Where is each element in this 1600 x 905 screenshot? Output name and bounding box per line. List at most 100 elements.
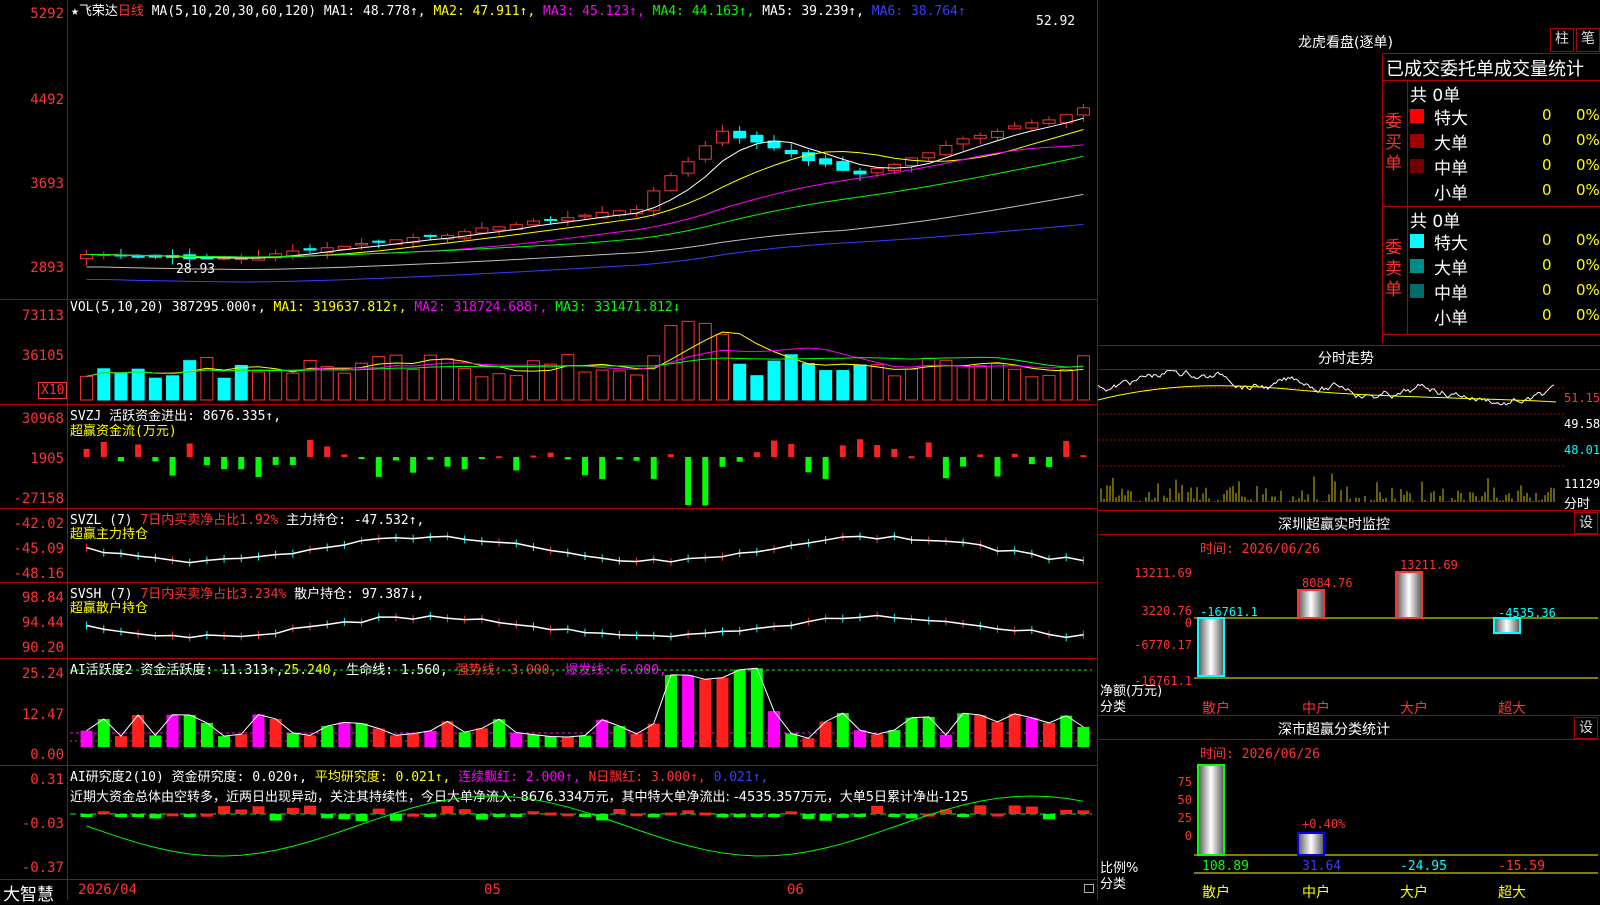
ai-active-bar xyxy=(1060,715,1073,747)
svzj-bar xyxy=(925,442,932,457)
ai-research-bar xyxy=(355,814,368,821)
svsh-panel[interactable]: 98.84 94.44 90.20 SVSH (7) 7日内买卖净占比3.234… xyxy=(0,583,1098,658)
ai-research-bar xyxy=(768,814,781,818)
volume-bar xyxy=(887,375,901,401)
intraday-price: 49.58 xyxy=(1564,417,1600,431)
stroke-view-button[interactable]: 笔 xyxy=(1576,28,1600,52)
svzj-bar xyxy=(117,457,124,462)
svzj-bar xyxy=(667,454,674,457)
svzl-panel[interactable]: -42.02 -45.09 -48.16 SVZL (7) 7日内买卖净占比1.… xyxy=(0,509,1098,582)
ai-active-bar xyxy=(905,717,918,747)
svzj-svg xyxy=(83,439,1087,506)
ai-research-bar xyxy=(235,809,248,814)
intraday-panel[interactable]: 分时走势 51.15 49.58 48.01 11129 分时 xyxy=(1098,345,1600,512)
svzj-bar xyxy=(152,457,159,462)
svzj-bar xyxy=(496,456,503,459)
legend-count: 0 xyxy=(1542,231,1552,249)
ai-research-bar xyxy=(802,814,815,819)
dragon-tiger-panel[interactable]: 龙虎看盘(逐单) 柱 笔 已成交委托单成交量统计 委买单 委卖单 共 0单 共 … xyxy=(1098,0,1600,345)
candle-body xyxy=(234,258,248,261)
volume-bar xyxy=(441,358,455,401)
ai-research-bar xyxy=(510,814,523,817)
ai-active-bar xyxy=(888,730,901,747)
legend-swatch xyxy=(1410,284,1424,298)
legend-pct: 0% xyxy=(1576,131,1600,149)
svzj-bar xyxy=(358,457,365,459)
candle-body xyxy=(1008,125,1022,130)
buy-row: 小单 0 0% xyxy=(1410,179,1600,204)
ai-research-bar xyxy=(853,814,866,817)
ai-research-bar xyxy=(475,814,488,820)
svzj-bar xyxy=(1028,457,1035,465)
legend-count: 0 xyxy=(1542,106,1552,124)
volume-bar xyxy=(612,370,626,401)
intraday-price: 48.01 xyxy=(1564,443,1600,457)
candle-body xyxy=(1042,119,1056,124)
candle-body xyxy=(939,144,953,156)
candle-body xyxy=(956,138,970,145)
volume-bar xyxy=(698,322,712,401)
svzj-bar xyxy=(513,457,520,471)
legend-label: 特大 xyxy=(1434,109,1468,129)
ai-research-bar xyxy=(716,814,729,818)
ai-research-panel[interactable]: 0.31 -0.03 -0.37 AI研究度2(10) 资金研究度: 0.020… xyxy=(0,766,1098,879)
classify-panel[interactable]: 深市超赢分类统计 设 时间: 2026/06/26 75 50 25 0 比例%… xyxy=(1098,715,1600,901)
dragon-tiger-title: 龙虎看盘(逐单) xyxy=(1298,35,1393,51)
candle-body xyxy=(887,163,901,171)
ai-research-bar xyxy=(733,814,746,818)
ai-active-bar xyxy=(269,718,282,747)
ai-research-bar xyxy=(252,806,265,814)
ai-active-panel[interactable]: 25.24 12.47 0.00 AI活跃度2 资金活跃度: 11.313↑,2… xyxy=(0,659,1098,765)
ai-active-svg xyxy=(70,667,1092,747)
bar-view-button[interactable]: 柱 xyxy=(1550,28,1574,52)
candle-body xyxy=(922,152,936,159)
svzj-bar xyxy=(977,454,984,457)
ai-active-bar xyxy=(699,679,712,747)
buy-side-label: 委买单 xyxy=(1385,112,1402,174)
legend-label: 中单 xyxy=(1434,159,1468,179)
volume-bar xyxy=(475,376,489,401)
svzj-bar xyxy=(633,457,640,461)
volume-bar xyxy=(114,372,128,401)
main-chart-area[interactable]: 5292 4492 3693 2893 ★飞荣达日线 MA(5,10,20,30… xyxy=(0,0,1098,905)
legend-count: 0 xyxy=(1542,256,1552,274)
kline-panel[interactable]: 5292 4492 3693 2893 ★飞荣达日线 MA(5,10,20,30… xyxy=(0,0,1098,299)
ai-research-bar xyxy=(338,814,351,820)
svzj-bar xyxy=(564,457,571,460)
volume-panel[interactable]: 73113 36105 X10 VOL(5,10,20) 387295.000↑… xyxy=(0,300,1098,404)
lock-icon[interactable] xyxy=(1084,884,1094,893)
svzj-panel[interactable]: 30968 1905 -27158 SVZJ 活跃资金进出: 8676.335↑… xyxy=(0,405,1098,508)
ai-active-bar xyxy=(338,722,351,747)
svzj-bar xyxy=(1080,455,1087,458)
volume-bar xyxy=(784,354,798,401)
volume-bar xyxy=(905,368,919,401)
svzj-bar xyxy=(255,457,262,477)
ai-active-bar xyxy=(510,732,523,747)
volume-bar xyxy=(303,360,317,401)
candle-body xyxy=(492,226,506,231)
ai-active-bar xyxy=(527,734,540,747)
volume-bar xyxy=(853,364,867,401)
legend-pct: 0% xyxy=(1576,306,1600,324)
app-logo[interactable]: 大智慧 xyxy=(3,880,54,905)
ai-active-bar xyxy=(235,734,248,747)
volume-bar xyxy=(337,372,351,401)
ai-research-bar xyxy=(939,809,952,814)
ai-research-bar xyxy=(166,813,179,817)
svzj-bar xyxy=(289,457,296,466)
x-axis: 大智慧 2026/04 05 06 xyxy=(0,880,1098,905)
volume-bar xyxy=(595,369,609,401)
sell-row: 小单 0 0% xyxy=(1410,304,1600,329)
legend-pct: 0% xyxy=(1576,106,1600,124)
sell-side-label: 委卖单 xyxy=(1385,238,1402,300)
candle-body xyxy=(131,255,145,258)
monitor-panel[interactable]: 深圳超赢实时监控 设 时间: 2026/06/26 13211.69 3220.… xyxy=(1098,510,1600,717)
volume-bar xyxy=(131,368,145,401)
ai-active-bar xyxy=(836,713,849,747)
legend-label: 大单 xyxy=(1434,259,1468,279)
legend-swatch xyxy=(1410,159,1424,173)
ai-active-bar xyxy=(321,726,334,747)
ai-research-bar xyxy=(269,814,282,821)
volume-bar xyxy=(630,374,644,401)
svzj-bar xyxy=(960,457,967,467)
